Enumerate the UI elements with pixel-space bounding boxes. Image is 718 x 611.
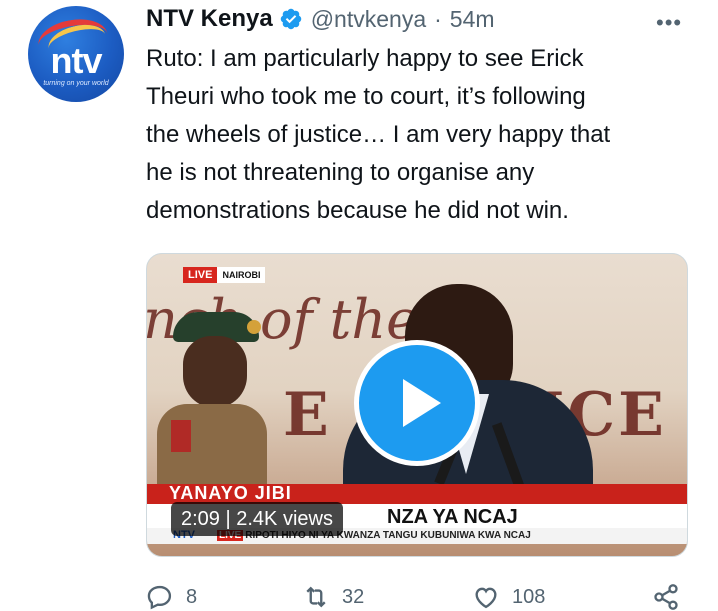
share-icon xyxy=(654,584,678,610)
verified-badge-icon xyxy=(280,8,301,30)
tweet-actions: 8 32 108 xyxy=(0,583,718,610)
video-duration: 2:09 xyxy=(181,508,220,530)
soldier-figure xyxy=(157,312,267,514)
avatar-logo-text: ntv xyxy=(50,40,103,81)
duration-views-badge: 2:09 | 2.4K views xyxy=(171,502,343,536)
header-separator: · xyxy=(434,5,442,32)
play-button[interactable] xyxy=(354,340,480,466)
duration-separator: | xyxy=(219,508,237,530)
live-label: LIVE xyxy=(183,267,218,283)
more-options-icon[interactable]: ••• xyxy=(656,10,682,36)
play-icon xyxy=(403,379,441,427)
reply-icon xyxy=(147,585,172,610)
retweet-button[interactable]: 32 xyxy=(302,583,364,611)
like-button[interactable]: 108 xyxy=(472,583,545,611)
heart-icon xyxy=(475,587,497,609)
location-label: NAIROBI xyxy=(217,267,266,283)
lower-third-red-text: YANAYO JIBI xyxy=(169,483,292,503)
author-name[interactable]: NTV Kenya xyxy=(146,5,273,33)
retweet-icon xyxy=(306,586,326,608)
avatar-tagline: turning on your world xyxy=(43,80,109,87)
view-count: 2.4K views xyxy=(236,508,333,530)
tweet-text: Ruto: I am particularly happy to see Eri… xyxy=(146,45,611,224)
like-count: 108 xyxy=(512,585,546,608)
tweet-time[interactable]: 54m xyxy=(450,6,495,33)
reply-count: 8 xyxy=(186,585,198,608)
avatar[interactable]: ntv turning on your world xyxy=(28,6,124,102)
author-handle[interactable]: @ntvkenya xyxy=(311,6,426,33)
headline-text: NZA YA NCAJ xyxy=(387,506,518,528)
reply-button[interactable]: 8 xyxy=(146,583,197,611)
lower-third-red: YANAYO JIBI xyxy=(147,483,687,504)
tweet-header: NTV Kenya @ntvkenya · 54m xyxy=(146,4,495,34)
retweet-count: 32 xyxy=(342,585,365,608)
live-badge: LIVE NAIROBI xyxy=(183,267,266,283)
video-player[interactable]: nch of the E JUSTICE 22 LIVE NAIROBI YAN… xyxy=(146,253,688,557)
share-button[interactable] xyxy=(652,583,680,611)
